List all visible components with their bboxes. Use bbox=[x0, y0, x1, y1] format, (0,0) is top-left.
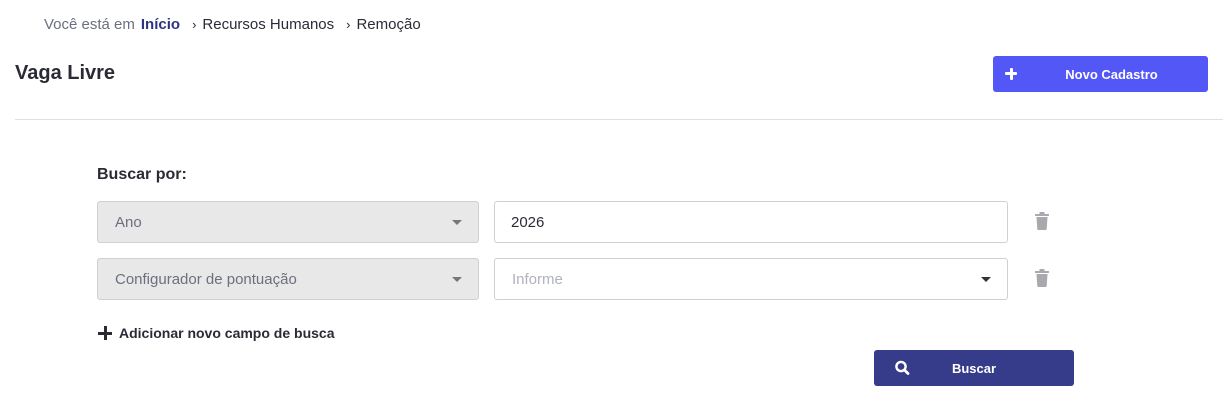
breadcrumb: Você está em Início › Recursos Humanos ›… bbox=[44, 14, 421, 34]
search-field-select-2[interactable]: Configurador de pontuação bbox=[97, 258, 479, 300]
new-record-button[interactable]: Novo Cadastro bbox=[993, 56, 1208, 92]
caret-down-icon bbox=[452, 277, 462, 282]
search-field-select-1-value: Ano bbox=[115, 213, 142, 231]
trash-icon[interactable] bbox=[1034, 269, 1050, 287]
search-button-label: Buscar bbox=[951, 360, 997, 376]
search-value-select-2[interactable]: Informe bbox=[494, 258, 1008, 300]
search-value-input-1[interactable] bbox=[494, 201, 1008, 243]
breadcrumb-prefix: Você está em bbox=[44, 15, 135, 33]
page: Você está em Início › Recursos Humanos ›… bbox=[0, 0, 1229, 403]
chevron-right-icon: › bbox=[192, 16, 197, 32]
add-search-field-label: Adicionar novo campo de busca bbox=[119, 325, 335, 341]
plus-icon bbox=[98, 326, 112, 340]
breadcrumb-item-recursos-humanos[interactable]: Recursos Humanos bbox=[202, 16, 334, 33]
caret-down-icon bbox=[452, 220, 462, 225]
search-field-select-2-value: Configurador de pontuação bbox=[115, 270, 297, 288]
plus-icon bbox=[993, 56, 1029, 92]
breadcrumb-home-link[interactable]: Início bbox=[141, 16, 180, 33]
search-icon bbox=[895, 360, 910, 375]
chevron-right-icon: › bbox=[346, 16, 351, 32]
divider bbox=[15, 119, 1223, 120]
page-title: Vaga Livre bbox=[15, 62, 116, 84]
add-search-field-button[interactable]: Adicionar novo campo de busca bbox=[98, 323, 335, 343]
trash-icon[interactable] bbox=[1034, 212, 1050, 230]
new-record-button-label: Novo Cadastro bbox=[1065, 66, 1158, 82]
search-button[interactable]: Buscar bbox=[874, 350, 1074, 386]
search-value-select-2-placeholder: Informe bbox=[512, 270, 563, 288]
breadcrumb-item-current: Remoção bbox=[356, 15, 421, 33]
search-field-select-1[interactable]: Ano bbox=[97, 201, 479, 243]
search-label: Buscar por: bbox=[97, 166, 187, 183]
caret-down-icon bbox=[981, 277, 991, 282]
